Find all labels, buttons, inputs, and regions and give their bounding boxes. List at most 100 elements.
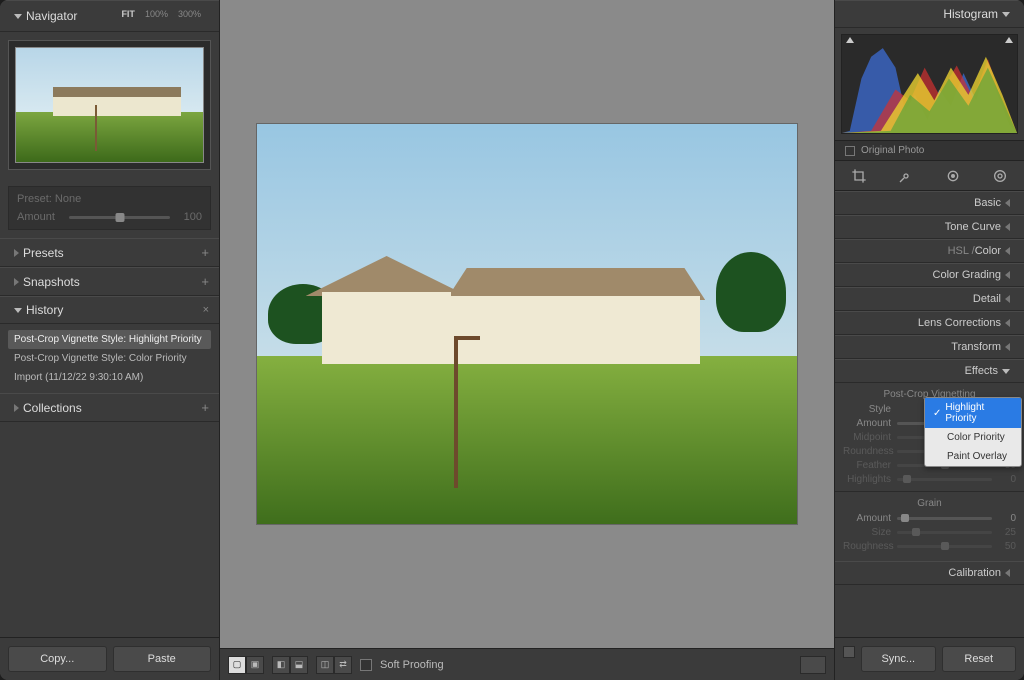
slider-track[interactable] xyxy=(897,478,992,481)
navigator-thumbnail-frame[interactable] xyxy=(8,40,211,170)
style-option[interactable]: Color Priority xyxy=(925,428,1021,447)
style-option[interactable]: ✓Highlight Priority xyxy=(925,398,1021,428)
original-photo-checkbox[interactable] xyxy=(845,146,855,156)
plus-icon[interactable]: + xyxy=(201,245,209,260)
preset-box: Preset: None Amount 100 xyxy=(8,186,211,230)
redeye-icon[interactable] xyxy=(945,168,961,184)
view-split-y-icon[interactable]: ◫ xyxy=(316,656,334,674)
left-panel: Navigator FIT 100% 300% Preset: None Amo… xyxy=(0,0,220,680)
grain-roughness-row: Roughness50 xyxy=(843,541,1016,552)
view-before-after-tb-icon[interactable]: ⬓ xyxy=(290,656,308,674)
navigator-header[interactable]: Navigator FIT 100% 300% xyxy=(0,0,219,32)
view-loupe-icon[interactable]: ▢ xyxy=(228,656,246,674)
center-toolbar: ▢ ▣ ◧ ⬓ ◫ ⇄ Soft Proofing xyxy=(220,648,834,680)
sync-button[interactable]: Sync... xyxy=(861,646,936,672)
navigator-thumbnail xyxy=(15,47,204,163)
history-item[interactable]: Import (11/12/22 9:30:10 AM) xyxy=(8,368,211,387)
original-photo-row[interactable]: Original Photo xyxy=(835,140,1024,161)
transform-header[interactable]: Transform xyxy=(835,335,1024,359)
chevron-left-icon xyxy=(1005,319,1010,327)
plus-icon[interactable]: + xyxy=(201,274,209,289)
tone-curve-header[interactable]: Tone Curve xyxy=(835,215,1024,239)
pcv-highlights-row: Highlights0 xyxy=(843,474,1016,485)
histogram-display[interactable] xyxy=(841,34,1018,134)
plus-icon[interactable]: + xyxy=(201,400,209,415)
preset-amount-row: Amount 100 xyxy=(17,211,202,223)
copy-button[interactable]: Copy... xyxy=(8,646,107,672)
style-dropdown-menu[interactable]: ✓Highlight PriorityColor PriorityPaint O… xyxy=(924,397,1022,467)
clip-shadow-icon[interactable] xyxy=(846,37,854,43)
left-footer: Copy... Paste xyxy=(0,637,219,680)
style-option[interactable]: Paint Overlay xyxy=(925,447,1021,466)
zoom-300[interactable]: 300% xyxy=(178,9,201,19)
preset-amount-slider[interactable] xyxy=(69,216,170,219)
navigator-title: Navigator xyxy=(26,9,113,23)
slider-value: 25 xyxy=(998,527,1016,538)
presets-header[interactable]: Presets + xyxy=(0,238,219,267)
chevron-left-icon xyxy=(1005,343,1010,351)
preset-amount-value: 100 xyxy=(176,211,202,223)
history-header[interactable]: History × xyxy=(0,296,219,324)
slider-label: Roughness xyxy=(843,541,891,552)
zoom-fit[interactable]: FIT xyxy=(121,9,135,19)
effects-body: Post-Crop Vignetting Style Amount0Midpoi… xyxy=(835,383,1024,561)
radial-icon[interactable] xyxy=(992,168,1008,184)
chevron-down-icon xyxy=(1002,369,1010,374)
collections-header[interactable]: Collections + xyxy=(0,393,219,422)
app-root: Navigator FIT 100% 300% Preset: None Amo… xyxy=(0,0,1024,680)
photo-viewport[interactable] xyxy=(220,0,834,648)
histogram-header[interactable]: Histogram xyxy=(835,0,1024,28)
main-photo xyxy=(257,124,797,524)
hsl-color-header[interactable]: HSL / Color xyxy=(835,239,1024,263)
crop-icon[interactable] xyxy=(851,168,867,184)
view-fit-icon[interactable]: ▣ xyxy=(246,656,264,674)
paste-button[interactable]: Paste xyxy=(113,646,212,672)
view-before-after-lr-icon[interactable]: ◧ xyxy=(272,656,290,674)
clip-highlight-icon[interactable] xyxy=(1005,37,1013,43)
grain-title: Grain xyxy=(843,498,1016,509)
right-panel: Histogram Original Photo Basic Tone Curv… xyxy=(834,0,1024,680)
grain-size-row: Size 25 xyxy=(843,527,1016,538)
view-mode-group-2[interactable]: ◧ ⬓ xyxy=(272,656,308,674)
history-item[interactable]: Post-Crop Vignette Style: Highlight Prio… xyxy=(8,330,211,349)
chevron-right-icon xyxy=(14,249,19,257)
reset-button[interactable]: Reset xyxy=(942,646,1017,672)
lens-corrections-header[interactable]: Lens Corrections xyxy=(835,311,1024,335)
color-grading-header[interactable]: Color Grading xyxy=(835,263,1024,287)
view-mode-group-1[interactable]: ▢ ▣ xyxy=(228,656,264,674)
slider-track[interactable] xyxy=(897,531,992,534)
toggle-switch-icon[interactable] xyxy=(843,646,855,658)
chevron-down-icon xyxy=(1002,12,1010,17)
slider-label: Size xyxy=(843,527,891,538)
slider-track[interactable] xyxy=(897,545,992,548)
chevron-right-icon xyxy=(14,404,19,412)
basic-header[interactable]: Basic xyxy=(835,191,1024,215)
chevron-left-icon xyxy=(1005,295,1010,303)
chevron-right-icon xyxy=(14,278,19,286)
grain-amount-row: Amount0 xyxy=(843,513,1016,524)
toolbar-options-dropdown[interactable] xyxy=(800,656,826,674)
slider-track[interactable] xyxy=(897,517,992,520)
soft-proofing-label: Soft Proofing xyxy=(380,659,444,671)
slider-label: Roundness xyxy=(843,446,891,457)
calibration-header[interactable]: Calibration xyxy=(835,561,1024,585)
chevron-down-icon xyxy=(14,14,22,19)
view-swap-icon[interactable]: ⇄ xyxy=(334,656,352,674)
slider-label: Feather xyxy=(843,460,891,471)
view-mode-group-3[interactable]: ◫ ⇄ xyxy=(316,656,352,674)
effects-header[interactable]: Effects xyxy=(835,359,1024,383)
tool-strip xyxy=(835,161,1024,191)
slider-label: Midpoint xyxy=(843,432,891,443)
clear-history-icon[interactable]: × xyxy=(203,304,209,316)
right-footer: Sync... Reset xyxy=(835,637,1024,680)
chevron-left-icon xyxy=(1005,223,1010,231)
zoom-100[interactable]: 100% xyxy=(145,9,168,19)
history-list: Post-Crop Vignette Style: Highlight Prio… xyxy=(0,324,219,393)
slider-value: 0 xyxy=(998,474,1016,485)
snapshots-header[interactable]: Snapshots + xyxy=(0,267,219,296)
detail-header[interactable]: Detail xyxy=(835,287,1024,311)
slider-label: Amount xyxy=(843,513,891,524)
soft-proofing-checkbox[interactable] xyxy=(360,659,372,671)
history-item[interactable]: Post-Crop Vignette Style: Color Priority xyxy=(8,349,211,368)
spot-heal-icon[interactable] xyxy=(898,168,914,184)
